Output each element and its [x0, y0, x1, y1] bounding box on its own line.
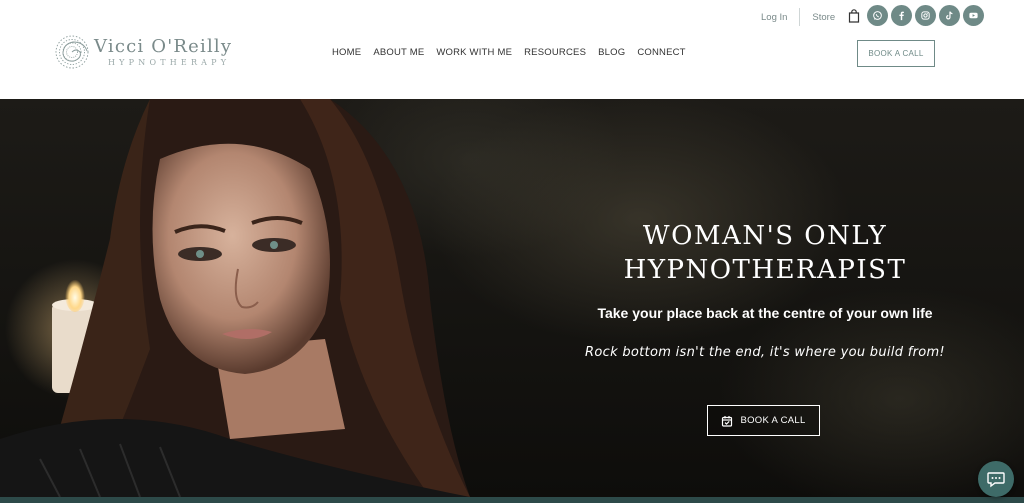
social-links — [867, 5, 984, 26]
divider — [799, 8, 801, 26]
whatsapp-icon[interactable] — [867, 5, 888, 26]
hero-subtitle: Take your place back at the centre of yo… — [597, 305, 933, 321]
site-header: Vicci O'Reilly Hypnotherapy HOME ABOUT M… — [0, 0, 1024, 99]
login-link[interactable]: Log In — [761, 12, 787, 23]
nav-item-home[interactable]: HOME — [332, 47, 361, 58]
tiktok-icon[interactable] — [939, 5, 960, 26]
spiral-logo-icon — [55, 35, 89, 69]
cart-icon[interactable] — [848, 9, 860, 23]
footer-band — [0, 497, 1024, 503]
brand-tagline: Hypnotherapy — [108, 58, 231, 67]
nav-item-blog[interactable]: BLOG — [598, 47, 625, 58]
hero-portrait-image — [0, 99, 470, 497]
hero-section: WOMAN'S ONLY HYPNOTHERAPIST Take your pl… — [0, 99, 1024, 497]
nav-item-work-with-me[interactable]: WORK WITH ME — [436, 47, 512, 58]
site-logo[interactable]: Vicci O'Reilly Hypnotherapy — [54, 34, 264, 74]
chat-widget-button[interactable] — [978, 461, 1014, 497]
hero-title: WOMAN'S ONLY HYPNOTHERAPIST — [560, 219, 970, 287]
brand-name: Vicci O'Reilly — [94, 36, 233, 57]
hero-cta-label: BOOK A CALL — [740, 415, 806, 426]
calendar-check-icon — [722, 415, 733, 427]
nav-item-about-me[interactable]: ABOUT ME — [373, 47, 424, 58]
hero-quote: Rock bottom isn't the end, it's where yo… — [585, 345, 945, 360]
facebook-icon[interactable] — [891, 5, 912, 26]
book-a-call-hero-button[interactable]: BOOK A CALL — [707, 405, 820, 436]
store-link[interactable]: Store — [812, 12, 835, 23]
nav-item-resources[interactable]: RESOURCES — [524, 47, 586, 58]
hero-title-line2: HYPNOTHERAPIST — [623, 255, 907, 285]
main-nav: HOME ABOUT ME WORK WITH ME RESOURCES BLO… — [332, 47, 698, 58]
instagram-icon[interactable] — [915, 5, 936, 26]
hero-title-line1: WOMAN'S ONLY — [642, 221, 888, 251]
nav-item-connect[interactable]: CONNECT — [637, 47, 685, 58]
hero-text-block: WOMAN'S ONLY HYPNOTHERAPIST Take your pl… — [560, 219, 970, 360]
chat-bubble-icon — [987, 472, 1005, 488]
book-a-call-header-button[interactable]: BOOK A CALL — [857, 40, 935, 67]
utility-links: Log In Store — [761, 8, 835, 26]
youtube-icon[interactable] — [963, 5, 984, 26]
